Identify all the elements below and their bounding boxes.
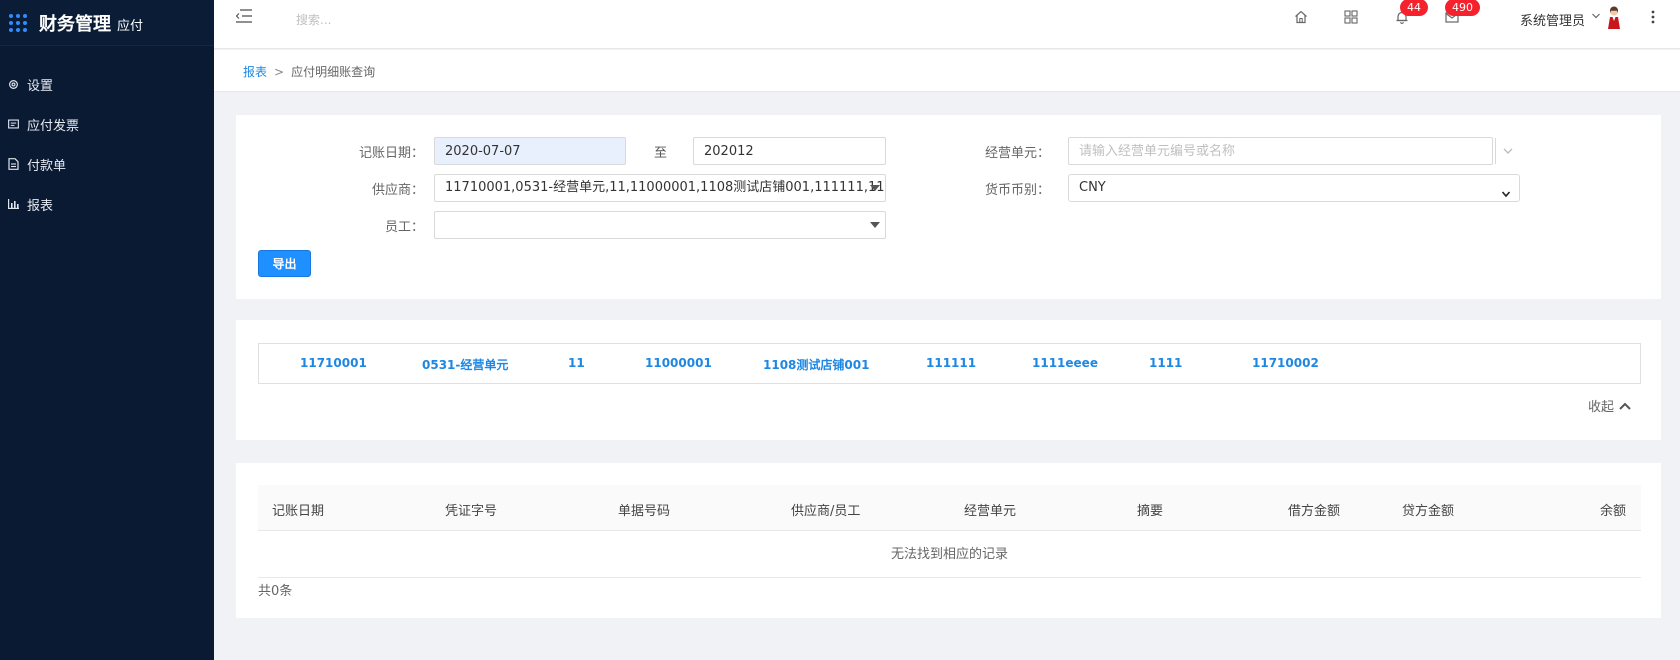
invoice-icon [7,118,19,130]
date-range-separator: 至 [654,146,668,161]
business-unit-input[interactable] [1068,137,1493,165]
currency-select-value: CNY [1079,180,1106,195]
chevron-up-icon [1619,402,1631,410]
user-name[interactable]: 系统管理员 [1520,10,1585,29]
supplier-label: 供应商： [371,183,424,198]
column-header: 记账日期 [272,504,325,519]
table-header: 记账日期 凭证字号 单据号码 供应商/员工 经营单元 摘要 借方金额 贷方金额 … [258,485,1641,531]
dropdown-arrow-icon [870,185,880,191]
notifications-badge: 44 [1400,0,1428,16]
sidebar-item-invoices[interactable]: 应付发票 [0,104,214,144]
breadcrumb-separator: > [274,65,285,79]
supplier-select[interactable]: 11710001,0531-经营单元,11,11000001,1108测试店铺0… [434,174,886,202]
collapse-toggle[interactable]: 收起 [1588,396,1632,415]
selected-suppliers-panel: 11710001 0531-经营单元 11 11000001 1108测试店铺0… [236,320,1661,440]
sidebar-item-payments[interactable]: 付款单 [0,144,214,184]
apps-grid-icon[interactable] [1344,10,1360,26]
empty-state: 无法找到相应的记录 [258,532,1641,578]
supplier-tag[interactable]: 11000001 [645,356,712,370]
breadcrumb-bar: 报表 > 应付明细账查询 [214,50,1680,92]
column-header: 借方金额 [1288,504,1341,519]
supplier-tag[interactable]: 11710001 [300,356,367,370]
more-vertical-icon[interactable] [1651,10,1657,26]
sidebar-item-label: 报表 [27,198,54,214]
supplier-tag[interactable]: 1108测试店铺001 [763,356,869,373]
breadcrumb-link-reports[interactable]: 报表 [243,65,267,79]
sidebar: 财务管理 应付 设置 应付发票 付款单 报表 [0,0,214,660]
sidebar-item-label: 设置 [27,78,54,94]
bar-chart-icon [7,198,19,210]
column-header: 贷方金额 [1402,504,1455,519]
avatar[interactable] [1606,6,1622,30]
brand[interactable]: 财务管理 应付 [0,0,214,46]
ledger-table-panel: 记账日期 凭证字号 单据号码 供应商/员工 经营单元 摘要 借方金额 贷方金额 … [236,463,1661,618]
column-header: 摘要 [1137,504,1164,519]
supplier-tag[interactable]: 11710002 [1252,356,1319,370]
column-header: 凭证字号 [445,504,498,519]
sidebar-item-label: 应付发票 [27,118,80,134]
breadcrumb: 报表 > 应付明细账查询 [243,63,375,80]
total-count: 共0条 [258,584,293,599]
payment-doc-icon [7,158,19,170]
date-to-input[interactable] [693,137,886,165]
app-title: 财务管理 [39,13,111,35]
supplier-tag[interactable]: 11 [568,356,585,370]
date-label: 记账日期： [358,146,424,161]
employee-label: 员工： [384,220,424,235]
supplier-select-value: 11710001,0531-经营单元,11,11000001,1108测试店铺0… [445,180,886,195]
unit-label: 经营单元： [984,146,1050,161]
chevron-down-icon[interactable] [1591,10,1601,20]
currency-label: 货币币别： [984,183,1050,198]
currency-select[interactable]: CNY [1068,174,1520,202]
supplier-tag[interactable]: 111111 [926,356,976,370]
supplier-tag[interactable]: 1111 [1149,356,1182,370]
date-from-input[interactable] [434,137,626,165]
dropdown-arrow-icon [870,222,880,228]
sidebar-nav: 设置 应付发票 付款单 报表 [0,64,214,224]
filter-panel: 记账日期： 至 经营单元： 供应商： 11710001,0531-经营单元,11… [236,115,1661,299]
messages-badge: 490 [1445,0,1480,16]
sidebar-item-settings[interactable]: 设置 [0,64,214,104]
column-header: 单据号码 [618,504,671,519]
selected-tags-box: 11710001 0531-经营单元 11 11000001 1108测试店铺0… [258,343,1641,384]
app-subtitle: 应付 [117,19,144,34]
search-input[interactable] [296,10,496,30]
chevron-down-icon [1501,183,1511,201]
supplier-tag[interactable]: 0531-经营单元 [422,356,508,373]
top-header: 44 490 系统管理员 [214,0,1680,49]
sidebar-item-label: 付款单 [27,158,67,174]
collapse-label: 收起 [1588,400,1615,415]
column-header: 余额 [1600,504,1627,519]
menu-toggle-icon[interactable] [235,9,252,25]
employee-select[interactable] [434,211,886,239]
supplier-tag[interactable]: 1111eeee [1032,356,1098,370]
home-icon[interactable] [1294,10,1310,26]
sidebar-item-reports[interactable]: 报表 [0,184,214,224]
export-button[interactable]: 导出 [258,250,311,277]
chevron-down-icon[interactable] [1502,145,1514,157]
unit-divider [1495,138,1496,164]
gear-icon [7,78,19,90]
app-grid-icon [9,13,27,32]
column-header: 供应商/员工 [791,504,861,519]
breadcrumb-current: 应付明细账查询 [291,65,376,79]
column-header: 经营单元 [964,504,1017,519]
